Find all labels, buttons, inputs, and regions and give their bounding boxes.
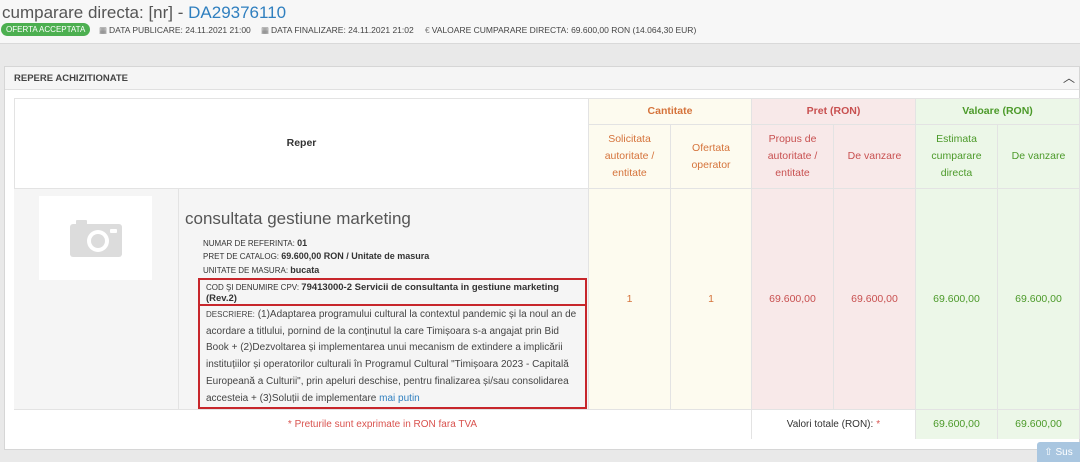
calendar-icon: ▦ bbox=[261, 25, 270, 35]
value-sale: 69.600,00 bbox=[998, 189, 1080, 410]
camera-placeholder-icon bbox=[69, 220, 122, 257]
price-sale: 69.600,00 bbox=[834, 189, 916, 410]
column-header-reper: Reper bbox=[14, 98, 589, 189]
direct-purchase-value: € VALOARE CUMPARARE DIRECTA: 69.600,00 RO… bbox=[425, 25, 697, 35]
totals-label: Valori totale (RON): * bbox=[752, 410, 916, 439]
arrow-up-icon: ⇧ bbox=[1044, 446, 1053, 458]
price-proposed: 69.600,00 bbox=[752, 189, 834, 410]
items-panel: REPERE ACHIZITIONATE ︿ Reper Cantitate P… bbox=[4, 66, 1080, 450]
description-highlight-box: DESCRIERE: (1)Adaptarea programului cult… bbox=[198, 306, 587, 409]
cpv-highlight-box: COD ŞI DENUMIRE CPV: 79413000-2 Servicii… bbox=[198, 278, 587, 306]
column-header-ofertata: Ofertata operator bbox=[671, 125, 752, 189]
product-image bbox=[39, 196, 152, 280]
product-description: DESCRIERE: (1)Adaptarea programului cult… bbox=[206, 309, 577, 404]
status-badge: OFERTA ACCEPTATA bbox=[1, 23, 91, 36]
price-note: * Preturile sunt exprimate in RON fara T… bbox=[14, 410, 752, 439]
cpv-code: COD ŞI DENUMIRE CPV: 79413000-2 Servicii… bbox=[206, 282, 559, 304]
product-name: consultata gestiune marketing bbox=[185, 209, 411, 228]
chevron-up-icon[interactable]: ︿ bbox=[1063, 69, 1075, 86]
page-title: cumparare directa: [nr] - DA29376110 bbox=[2, 3, 287, 22]
group-header-pret: Pret (RON) bbox=[752, 98, 916, 125]
page-header: cumparare directa: [nr] - DA29376110 OFE… bbox=[0, 0, 1080, 44]
panel-title: REPERE ACHIZITIONATE bbox=[14, 73, 129, 84]
procurement-code: DA29376110 bbox=[188, 3, 287, 22]
table-row: consultata gestiune marketing NUMAR DE R… bbox=[14, 189, 589, 410]
total-estimated: 69.600,00 bbox=[916, 410, 998, 439]
group-header-cantitate: Cantitate bbox=[589, 98, 752, 125]
panel-header[interactable]: REPERE ACHIZITIONATE ︿ bbox=[5, 67, 1079, 90]
column-header-solicitata: Solicitata autoritate / entitate bbox=[589, 125, 671, 189]
items-table: Reper Cantitate Pret (RON) Valoare (RON)… bbox=[14, 98, 1080, 439]
euro-icon: € bbox=[425, 25, 430, 35]
reference-number: NUMAR DE REFERINTA: 01 bbox=[203, 238, 308, 248]
value-estimated: 69.600,00 bbox=[916, 189, 998, 410]
column-header-de-vanzare-valoare: De vanzare bbox=[998, 125, 1080, 189]
publish-date: ▦ DATA PUBLICARE: 24.11.2021 21:00 bbox=[99, 25, 251, 35]
unit-of-measure: UNITATE DE MASURA: bucata bbox=[203, 265, 320, 275]
scroll-to-top-button[interactable]: ⇧ Sus bbox=[1037, 442, 1080, 462]
calendar-icon: ▦ bbox=[99, 25, 108, 35]
product-details: consultata gestiune marketing NUMAR DE R… bbox=[178, 189, 589, 410]
catalog-price: PRET DE CATALOG: 69.600,00 RON / Unitate… bbox=[203, 251, 430, 261]
column-header-estimata: Estimata cumparare directa bbox=[916, 125, 998, 189]
column-header-de-vanzare-pret: De vanzare bbox=[834, 125, 916, 189]
deadline-date: ▦ DATA FINALIZARE: 24.11.2021 21:02 bbox=[261, 25, 414, 35]
qty-requested: 1 bbox=[589, 189, 671, 410]
show-less-link[interactable]: mai putin bbox=[379, 393, 420, 404]
total-sale: 69.600,00 bbox=[998, 410, 1080, 439]
column-header-propus: Propus de autoritate / entitate bbox=[752, 125, 834, 189]
group-header-valoare: Valoare (RON) bbox=[916, 98, 1080, 125]
qty-offered: 1 bbox=[671, 189, 752, 410]
